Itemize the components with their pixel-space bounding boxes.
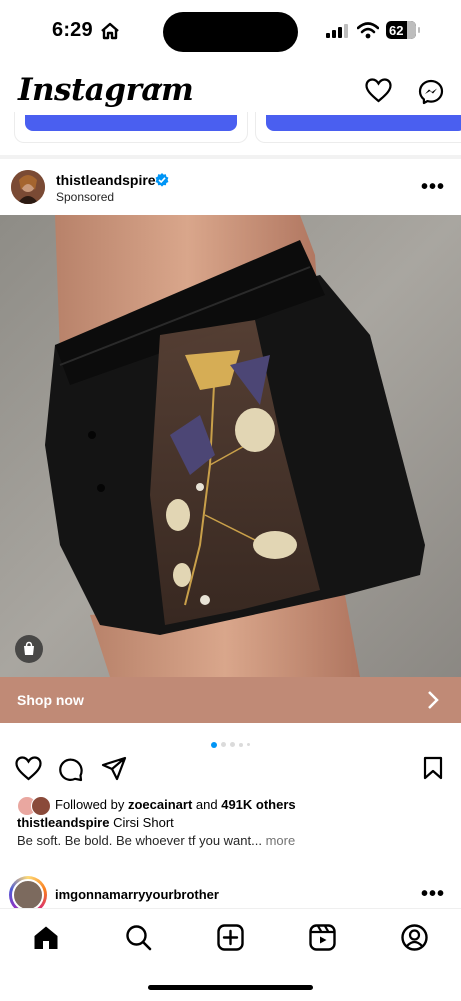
verified-badge-icon: [155, 173, 169, 187]
followed-prefix: Followed by: [55, 797, 128, 812]
suggestion-card: [14, 112, 248, 143]
create-icon[interactable]: [217, 924, 244, 951]
follower-avatar: [31, 796, 51, 816]
chevron-down-icon[interactable]: [150, 82, 164, 92]
signal-icon: [326, 24, 348, 38]
carousel-dot-active: [211, 741, 217, 748]
caption-text: Be soft. Be bold. Be whoever tf you want…: [17, 833, 262, 848]
heart-icon[interactable]: [365, 78, 392, 103]
reels-icon[interactable]: [309, 924, 336, 951]
share-icon[interactable]: [101, 756, 127, 781]
avatar[interactable]: [11, 170, 45, 204]
sponsored-label: Sponsored: [56, 190, 115, 204]
battery-icon: 62: [386, 21, 416, 39]
comment-icon[interactable]: [58, 756, 84, 782]
feed-divider: [0, 155, 461, 159]
home-indicator: [148, 985, 313, 990]
more-options-icon[interactable]: •••: [421, 176, 445, 199]
home-status-icon: [101, 22, 119, 40]
shop-now-label: Shop now: [17, 692, 84, 708]
caption-body: Be soft. Be bold. Be whoever tf you want…: [17, 833, 295, 848]
carousel-dot: [221, 742, 226, 748]
instagram-logo[interactable]: Instagram: [18, 72, 194, 108]
followed-and: and: [192, 797, 222, 812]
next-post-username[interactable]: imgonnamarryyourbrother: [55, 887, 219, 902]
carousel-dot: [247, 743, 250, 747]
search-icon[interactable]: [125, 924, 152, 951]
like-icon[interactable]: [15, 756, 42, 781]
post-username[interactable]: thistleandspire: [56, 172, 156, 188]
post-image[interactable]: [0, 215, 461, 677]
profile-icon[interactable]: [401, 924, 428, 951]
dynamic-island: [163, 12, 298, 52]
caption-title: thistleandspire Cirsi Short: [17, 815, 174, 830]
home-icon[interactable]: [33, 925, 59, 950]
status-time: 6:29: [52, 19, 93, 41]
carousel-dot: [230, 742, 235, 748]
caption-product: Cirsi Short: [109, 815, 174, 830]
followed-user[interactable]: zoecainart: [128, 797, 192, 812]
suggestion-card: [255, 112, 461, 143]
battery-tip: [418, 27, 420, 33]
suggestion-card-button[interactable]: [266, 115, 461, 131]
wifi-icon: [357, 22, 379, 39]
followed-by-text[interactable]: Followed by zoecainart and 491K others: [55, 797, 296, 812]
suggestion-card-button[interactable]: [25, 115, 237, 131]
chevron-right-icon[interactable]: [426, 690, 440, 710]
messenger-icon[interactable]: [418, 79, 444, 105]
followed-count[interactable]: 491K others: [221, 797, 295, 812]
battery-level: 62: [389, 23, 404, 38]
carousel-dot: [239, 742, 243, 747]
carousel-indicator: [0, 736, 461, 754]
bookmark-icon[interactable]: [423, 756, 443, 780]
caption-more-link[interactable]: more: [262, 833, 296, 848]
next-more-options-icon[interactable]: •••: [421, 883, 445, 906]
caption-username[interactable]: thistleandspire: [17, 815, 109, 830]
shopping-bag-icon[interactable]: [15, 635, 43, 663]
